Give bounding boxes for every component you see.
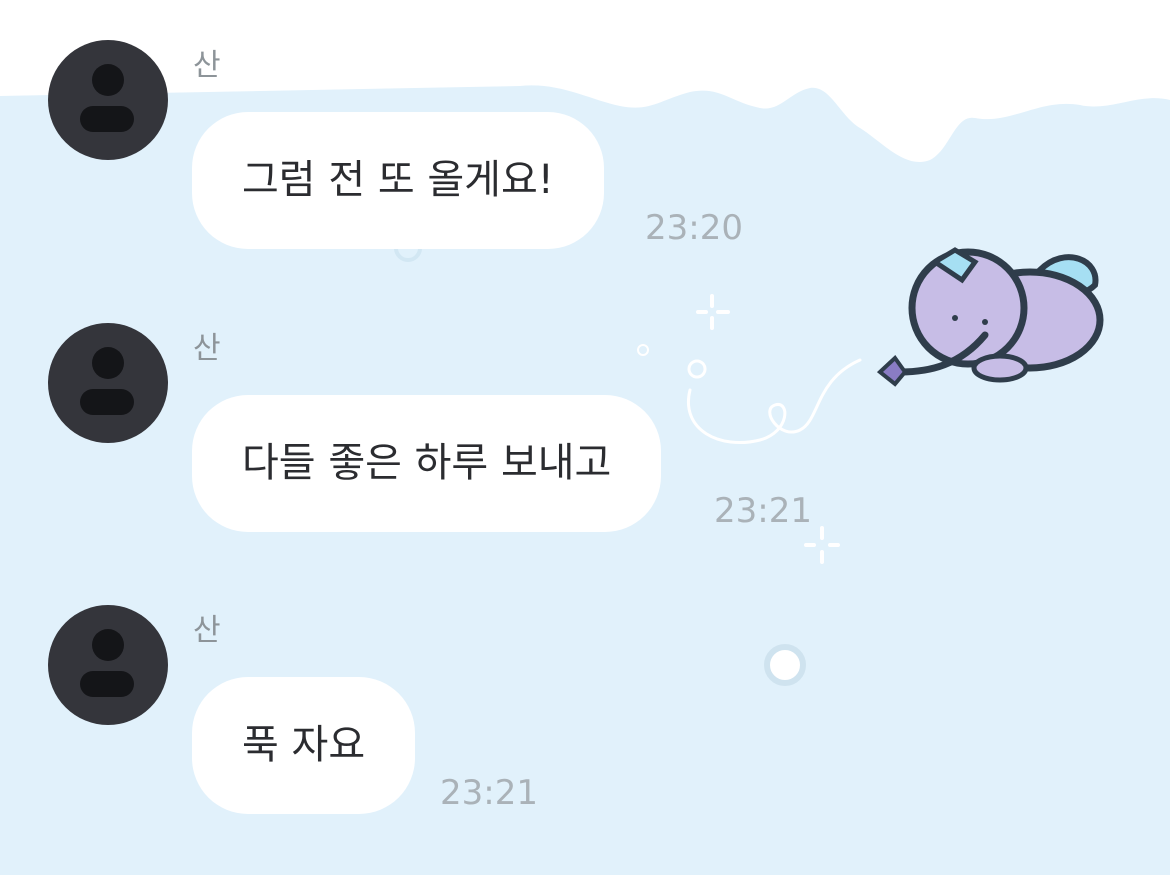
message-row: 산 다들 좋은 하루 보내고 23:21 [0, 323, 1170, 533]
avatar[interactable] [48, 323, 168, 443]
avatar[interactable] [48, 40, 168, 160]
message-bubble[interactable]: 푹 자요 [192, 677, 416, 814]
avatar-body-icon [80, 671, 134, 697]
message-time: 23:20 [645, 208, 743, 248]
sender-name: 산 [193, 613, 221, 648]
avatar-body-icon [80, 106, 134, 132]
sender-name: 산 [193, 331, 221, 366]
message-bubble[interactable]: 그럼 전 또 올게요! [192, 112, 604, 249]
message-row: 산 그럼 전 또 올게요! 23:20 [0, 40, 1170, 250]
avatar-head-icon [92, 629, 124, 661]
avatar-head-icon [92, 64, 124, 96]
message-time: 23:21 [440, 773, 538, 813]
message-time: 23:21 [714, 491, 812, 531]
message-bubble[interactable]: 다들 좋은 하루 보내고 [192, 395, 662, 532]
message-row: 산 푹 자요 23:21 [0, 605, 1170, 815]
sender-name: 산 [193, 48, 221, 83]
avatar[interactable] [48, 605, 168, 725]
avatar-body-icon [80, 389, 134, 415]
avatar-head-icon [92, 347, 124, 379]
